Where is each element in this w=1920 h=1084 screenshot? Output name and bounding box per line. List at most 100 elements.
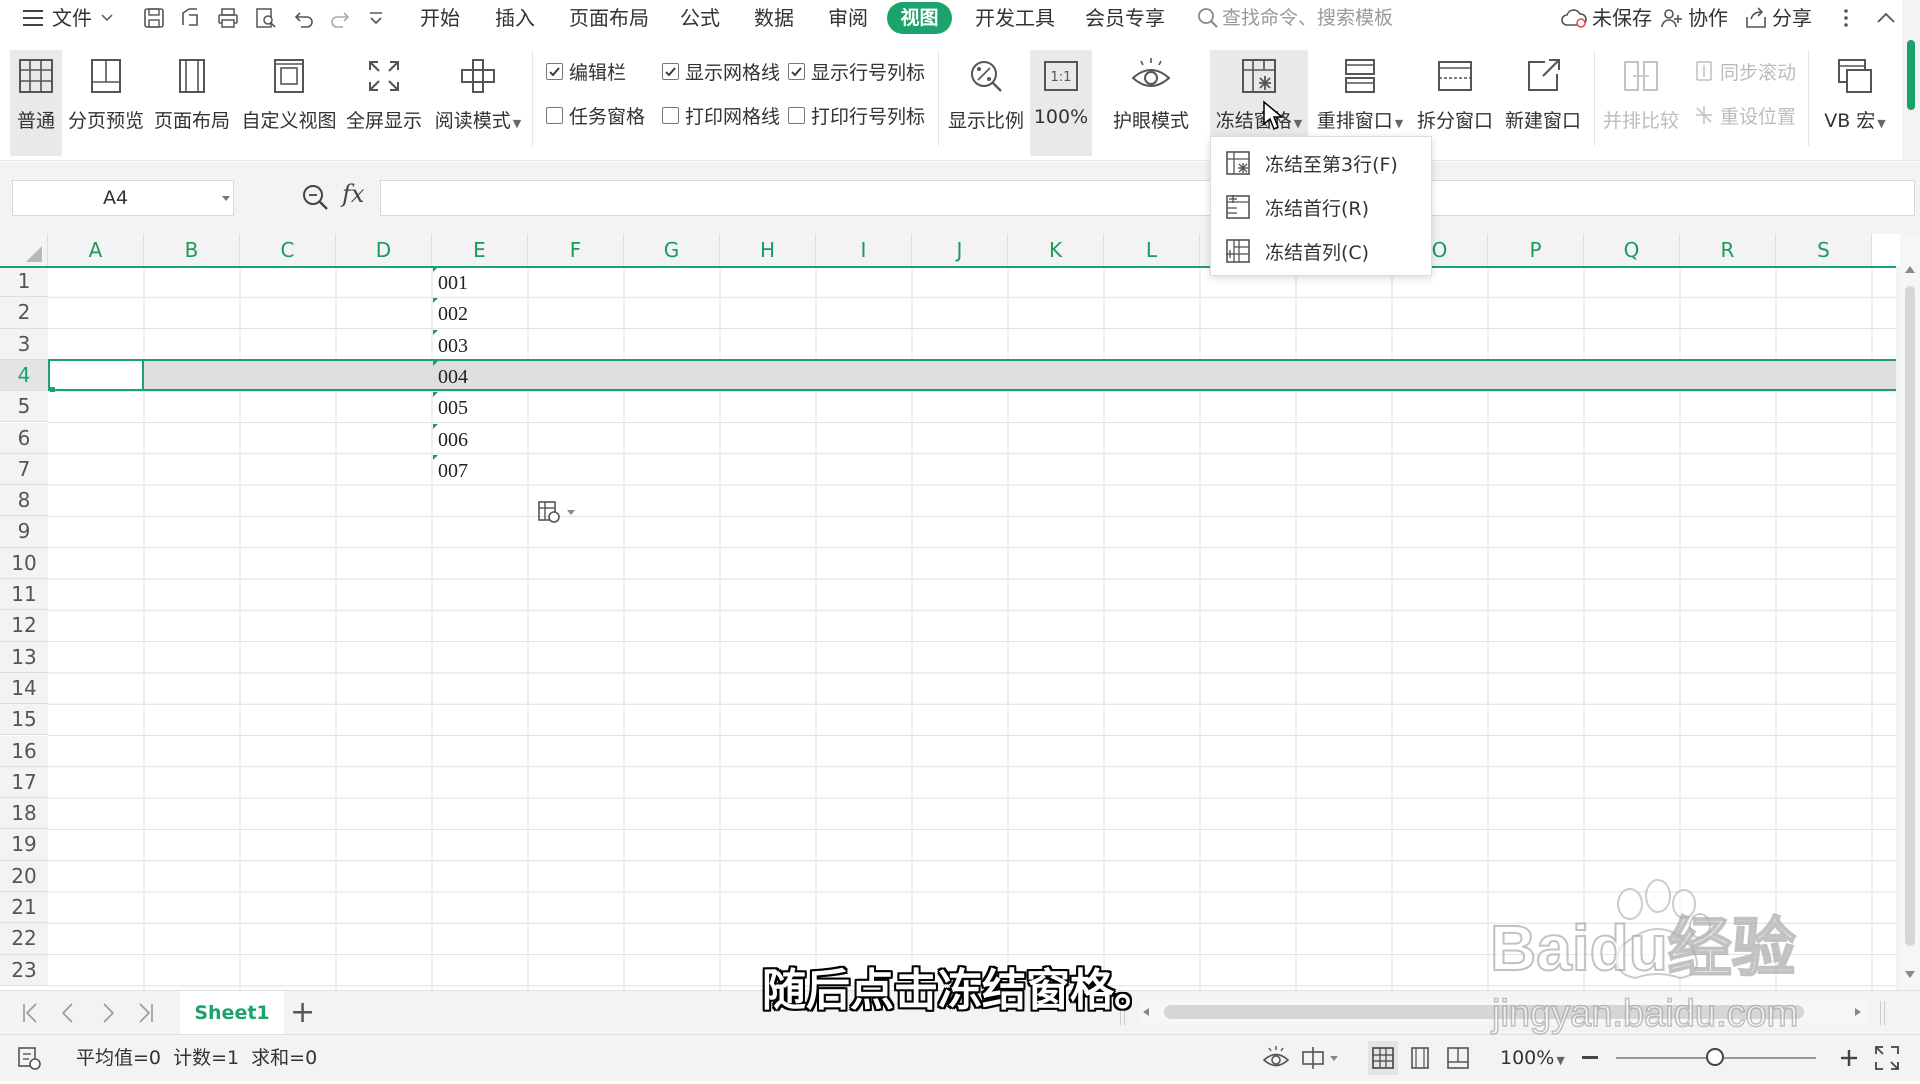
row-header-2[interactable]: 2 bbox=[0, 297, 48, 329]
page-break-toggle-icon[interactable] bbox=[1446, 1046, 1470, 1074]
collaborate-button[interactable]: 协作 bbox=[1688, 0, 1728, 36]
row-header-6[interactable]: 6 bbox=[0, 422, 48, 454]
vertical-scrollbar[interactable] bbox=[1900, 234, 1920, 990]
insert-function-button[interactable]: fx bbox=[342, 180, 364, 208]
side-by-side-button[interactable]: 并排比较 bbox=[1600, 50, 1682, 156]
print-gridlines-checkbox[interactable]: 打印网格线 bbox=[662, 100, 780, 130]
vb-macro-button[interactable]: VB 宏 ▼ bbox=[1820, 50, 1890, 156]
tab-formulas[interactable]: 公式 bbox=[680, 0, 720, 36]
tab-review[interactable]: 审阅 bbox=[828, 0, 868, 36]
normal-view-button[interactable]: 普通 bbox=[10, 50, 62, 156]
zoom-out-button[interactable] bbox=[1582, 1056, 1598, 1059]
vertical-scroll-thumb[interactable] bbox=[1905, 286, 1915, 946]
column-header-r[interactable]: R bbox=[1680, 234, 1776, 266]
column-header-j[interactable]: J bbox=[912, 234, 1008, 266]
column-header-q[interactable]: Q bbox=[1584, 234, 1680, 266]
row-header-7[interactable]: 7 bbox=[0, 453, 48, 486]
select-all-corner[interactable] bbox=[0, 234, 48, 266]
new-window-button[interactable]: 新建窗口 bbox=[1502, 50, 1584, 156]
zoom-in-button[interactable] bbox=[1840, 1041, 1858, 1074]
row-header-8[interactable]: 8 bbox=[0, 485, 48, 517]
full-screen-button[interactable]: 全屏显示 bbox=[346, 50, 422, 156]
tab-insert[interactable]: 插入 bbox=[495, 0, 535, 36]
customize-toolbar-icon[interactable] bbox=[362, 4, 390, 32]
share-button[interactable]: 分享 bbox=[1772, 0, 1812, 36]
column-header-p[interactable]: P bbox=[1488, 234, 1584, 266]
cell-e3[interactable]: 003 bbox=[432, 329, 528, 360]
page-layout-toggle-icon[interactable] bbox=[1408, 1046, 1432, 1074]
row-header-12[interactable]: 12 bbox=[0, 610, 48, 642]
zoom-button[interactable]: 显示比例 bbox=[948, 50, 1024, 156]
freeze-first-column-item[interactable]: 冻结首列(C) bbox=[1211, 229, 1431, 273]
column-header-c[interactable]: C bbox=[240, 234, 336, 266]
save-icon[interactable] bbox=[140, 4, 168, 32]
active-cell-a4[interactable] bbox=[48, 358, 144, 392]
show-headings-checkbox[interactable]: 显示行号列标 bbox=[788, 56, 925, 86]
row-header-17[interactable]: 17 bbox=[0, 766, 48, 799]
row-header-21[interactable]: 21 bbox=[0, 892, 48, 924]
row-header-18[interactable]: 18 bbox=[0, 798, 48, 830]
row-header-19[interactable]: 19 bbox=[0, 829, 48, 861]
chevron-down-icon[interactable] bbox=[100, 0, 114, 36]
cell-e6[interactable]: 006 bbox=[432, 423, 528, 454]
column-header-e[interactable]: E bbox=[432, 234, 528, 266]
hamburger-menu-icon[interactable] bbox=[22, 0, 44, 36]
column-header-g[interactable]: G bbox=[624, 234, 720, 266]
page-break-preview-button[interactable]: 分页预览 bbox=[68, 50, 144, 156]
row-header-1[interactable]: 1 bbox=[0, 266, 48, 298]
print-preview-icon[interactable] bbox=[252, 4, 280, 32]
cell-e5[interactable]: 005 bbox=[432, 391, 528, 422]
paste-options-icon[interactable] bbox=[537, 498, 581, 526]
sync-scroll-button[interactable]: 同步滚动 bbox=[1694, 56, 1796, 86]
zoom-level[interactable]: 100% ▼ bbox=[1500, 1035, 1565, 1081]
formula-input[interactable] bbox=[380, 180, 1915, 216]
tab-developer[interactable]: 开发工具 bbox=[975, 0, 1055, 36]
zoom-slider-thumb[interactable] bbox=[1706, 1048, 1724, 1066]
row-header-22[interactable]: 22 bbox=[0, 923, 48, 955]
undo-icon[interactable] bbox=[290, 4, 318, 32]
eye-protection-button[interactable]: 护眼模式 bbox=[1112, 50, 1190, 156]
redo-icon[interactable] bbox=[326, 4, 354, 32]
cell-e2[interactable]: 002 bbox=[432, 297, 528, 328]
zoom-100-button[interactable]: 1:1 100% bbox=[1030, 50, 1092, 156]
row-header-16[interactable]: 16 bbox=[0, 735, 48, 767]
chinese-input-icon[interactable] bbox=[1300, 1045, 1342, 1075]
custom-view-button[interactable]: 自定义视图 bbox=[242, 50, 337, 156]
tab-data[interactable]: 数据 bbox=[754, 0, 794, 36]
more-icon[interactable] bbox=[1840, 6, 1852, 34]
row-header-15[interactable]: 15 bbox=[0, 704, 48, 736]
macro-record-icon[interactable] bbox=[16, 1045, 42, 1075]
freeze-to-row-3-item[interactable]: 冻结至第3行(F) bbox=[1211, 141, 1431, 185]
reading-mode-button[interactable]: 阅读模式 ▼ bbox=[434, 50, 522, 156]
tab-view[interactable]: 视图 bbox=[887, 2, 952, 34]
freeze-first-row-item[interactable]: 冻结首行(R) bbox=[1211, 185, 1431, 229]
name-box[interactable]: A4 bbox=[12, 180, 234, 216]
column-header-b[interactable]: B bbox=[144, 234, 240, 266]
tab-home[interactable]: 开始 bbox=[420, 0, 460, 36]
fullscreen-icon[interactable] bbox=[1874, 1045, 1900, 1075]
row-header-14[interactable]: 14 bbox=[0, 672, 48, 705]
print-icon[interactable] bbox=[214, 4, 242, 32]
cell-e7[interactable]: 007 bbox=[432, 454, 528, 485]
row-header-9[interactable]: 9 bbox=[0, 516, 48, 548]
export-icon[interactable] bbox=[176, 4, 204, 32]
column-header-a[interactable]: A bbox=[48, 234, 144, 266]
print-headings-checkbox[interactable]: 打印行号列标 bbox=[788, 100, 925, 130]
row-header-10[interactable]: 10 bbox=[0, 547, 48, 579]
row-header-3[interactable]: 3 bbox=[0, 328, 48, 360]
column-header-f[interactable]: F bbox=[528, 234, 624, 266]
unsaved-status[interactable]: 未保存 bbox=[1592, 0, 1652, 36]
column-header-h[interactable]: H bbox=[720, 234, 816, 266]
eye-protection-toggle-icon[interactable] bbox=[1262, 1045, 1290, 1075]
tab-member[interactable]: 会员专享 bbox=[1085, 0, 1165, 36]
column-header-s[interactable]: S bbox=[1776, 234, 1872, 266]
column-header-d[interactable]: D bbox=[336, 234, 432, 266]
show-gridlines-checkbox[interactable]: 显示网格线 bbox=[662, 56, 780, 86]
column-header-l[interactable]: L bbox=[1104, 234, 1200, 266]
file-menu[interactable]: 文件 bbox=[52, 0, 92, 36]
row-header-13[interactable]: 13 bbox=[0, 641, 48, 673]
cell-e1[interactable]: 001 bbox=[432, 266, 528, 297]
column-header-k[interactable]: K bbox=[1008, 234, 1104, 266]
command-search-input[interactable]: 查找命令、搜索模板 bbox=[1222, 0, 1393, 36]
scroll-up-icon[interactable] bbox=[1904, 264, 1916, 274]
